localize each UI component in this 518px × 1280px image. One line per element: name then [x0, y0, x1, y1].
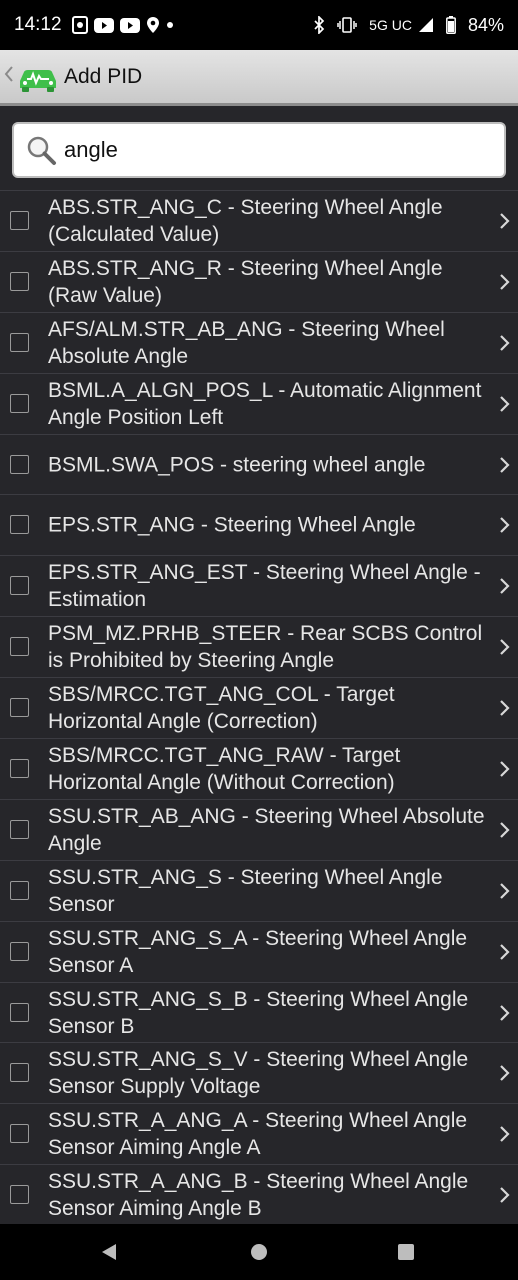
chevron-right-icon[interactable] [498, 1004, 512, 1022]
pid-checkbox[interactable] [10, 1063, 29, 1083]
pid-label: SBS/MRCC.TGT_ANG_COL - Target Horizontal… [48, 683, 395, 734]
navigation-bar [0, 1224, 518, 1280]
pid-label: ABS.STR_ANG_C - Steering Wheel Angle (Ca… [48, 195, 443, 246]
pid-list-item[interactable]: EPS.STR_ANG - Steering Wheel Angle [0, 494, 518, 555]
bluetooth-icon [313, 16, 325, 34]
pid-checkbox[interactable] [10, 758, 29, 778]
chevron-right-icon[interactable] [498, 577, 512, 595]
pid-checkbox[interactable] [10, 941, 29, 961]
youtube-icon-2 [119, 17, 140, 33]
pid-list-item[interactable]: ABS.STR_ANG_R - Steering Wheel Angle (Ra… [0, 250, 518, 312]
chevron-right-icon[interactable] [498, 1064, 512, 1082]
search-box[interactable] [12, 122, 506, 178]
home-nav-icon[interactable] [250, 1243, 268, 1265]
search-icon [24, 133, 58, 167]
pid-checkbox[interactable] [10, 271, 29, 291]
more-notifications-dot-icon [166, 21, 174, 29]
pid-checkbox[interactable] [10, 1185, 29, 1205]
chevron-right-icon[interactable] [498, 212, 512, 230]
pid-checkbox[interactable] [10, 210, 29, 230]
chevron-right-icon[interactable] [498, 882, 512, 900]
pid-checkbox[interactable] [10, 1124, 29, 1144]
notification-app-icon [71, 16, 88, 34]
pid-label: SSU.STR_A_ANG_A - Steering Wheel Angle S… [48, 1109, 468, 1160]
pid-checkbox[interactable] [10, 454, 29, 474]
pid-label: EPS.STR_ANG - Steering Wheel Angle [48, 513, 416, 537]
status-bar: 14:12 5G UC 84% [0, 0, 518, 50]
back-nav-icon[interactable] [100, 1243, 118, 1265]
chevron-right-icon[interactable] [498, 821, 512, 839]
pid-label: SSU.STR_AB_ANG - Steering Wheel Absolute… [48, 804, 485, 855]
search-section [0, 109, 518, 193]
pid-list-item[interactable]: SSU.STR_ANG_S_A - Steering Wheel Angle S… [0, 920, 518, 982]
chevron-right-icon[interactable] [498, 273, 512, 291]
pid-label: PSM_MZ.PRHB_STEER - Rear SCBS Control is… [48, 622, 483, 673]
chevron-right-icon[interactable] [498, 1186, 512, 1204]
pid-label: BSML.SWA_POS - steering wheel angle [48, 453, 426, 476]
pid-label: SSU.STR_A_ANG_B - Steering Wheel Angle S… [48, 1170, 469, 1221]
pid-list-item[interactable]: EPS.STR_ANG_EST - Steering Wheel Angle -… [0, 555, 518, 616]
chevron-right-icon[interactable] [498, 760, 512, 778]
app-bar: Add PID [0, 50, 518, 106]
pid-list-item[interactable]: SSU.STR_AB_ANG - Steering Wheel Absolute… [0, 798, 518, 860]
pid-label: SSU.STR_ANG_S_V - Steering Wheel Angle S… [48, 1048, 469, 1099]
chevron-right-icon[interactable] [498, 395, 512, 413]
pid-label: SSU.STR_ANG_S_B - Steering Wheel Angle S… [48, 987, 469, 1038]
network-type: 5G UC [369, 17, 412, 33]
chevron-right-icon[interactable] [498, 638, 512, 656]
chevron-right-icon[interactable] [498, 699, 512, 717]
pid-label: SSU.STR_ANG_S - Steering Wheel Angle Sen… [48, 865, 443, 916]
pid-list-item[interactable]: PSM_MZ.PRHB_STEER - Rear SCBS Control is… [0, 616, 518, 677]
pid-label: SBS/MRCC.TGT_ANG_RAW - Target Horizontal… [48, 743, 401, 794]
pid-checkbox[interactable] [10, 393, 29, 413]
back-chevron-icon[interactable] [4, 65, 16, 88]
pid-checkbox[interactable] [10, 332, 29, 352]
pid-checkbox[interactable] [10, 698, 29, 718]
pid-label: EPS.STR_ANG_EST - Steering Wheel Angle -… [48, 561, 481, 612]
pid-list-item[interactable]: SBS/MRCC.TGT_ANG_RAW - Target Horizontal… [0, 738, 518, 799]
chevron-right-icon[interactable] [498, 334, 512, 352]
pid-list-item[interactable]: SSU.STR_A_ANG_A - Steering Wheel Angle S… [0, 1103, 518, 1164]
recents-nav-icon[interactable] [398, 1244, 414, 1264]
pid-list-item[interactable]: SSU.STR_ANG_S_V - Steering Wheel Angle S… [0, 1042, 518, 1103]
pid-label: AFS/ALM.STR_AB_ANG - Steering Wheel Abso… [48, 317, 445, 368]
signal-icon [418, 17, 434, 33]
vibrate-icon [337, 17, 357, 33]
youtube-icon [93, 17, 114, 33]
pid-checkbox[interactable] [10, 1002, 29, 1022]
pid-list-item[interactable]: AFS/ALM.STR_AB_ANG - Steering Wheel Abso… [0, 311, 518, 373]
pid-checkbox[interactable] [10, 576, 29, 596]
pid-checkbox[interactable] [10, 880, 29, 900]
pid-checkbox[interactable] [10, 819, 29, 839]
pid-list-item[interactable]: SSU.STR_ANG_S - Steering Wheel Angle Sen… [0, 859, 518, 921]
pid-label: SSU.STR_ANG_S_A - Steering Wheel Angle S… [48, 926, 468, 977]
app-logo-car-icon[interactable] [16, 61, 60, 93]
battery-percent: 84% [467, 14, 504, 35]
pid-list: ABS.STR_ANG_C - Steering Wheel Angle (Ca… [0, 190, 518, 1224]
status-time: 14:12 [14, 14, 62, 35]
pid-checkbox[interactable] [10, 637, 29, 657]
pid-label: ABS.STR_ANG_R - Steering Wheel Angle (Ra… [48, 256, 443, 307]
pid-list-item[interactable]: SSU.STR_A_ANG_B - Steering Wheel Angle S… [0, 1164, 518, 1224]
search-input[interactable] [64, 137, 444, 163]
chevron-right-icon[interactable] [498, 1125, 512, 1143]
pid-list-item[interactable]: ABS.STR_ANG_C - Steering Wheel Angle (Ca… [0, 190, 518, 251]
pid-list-item[interactable]: SSU.STR_ANG_S_B - Steering Wheel Angle S… [0, 981, 518, 1043]
battery-icon [446, 16, 456, 34]
chevron-right-icon[interactable] [498, 943, 512, 961]
page-title: Add PID [64, 64, 143, 88]
chevron-right-icon[interactable] [498, 516, 512, 534]
pid-list-item[interactable]: BSML.A_ALGN_POS_L - Automatic Alignment … [0, 372, 518, 434]
pid-label: BSML.A_ALGN_POS_L - Automatic Alignment … [48, 378, 482, 429]
location-icon [146, 16, 160, 34]
pid-list-item[interactable]: SBS/MRCC.TGT_ANG_COL - Target Horizontal… [0, 677, 518, 738]
pid-list-item[interactable]: BSML.SWA_POS - steering wheel angle [0, 433, 518, 495]
chevron-right-icon[interactable] [498, 456, 512, 474]
pid-checkbox[interactable] [10, 515, 29, 535]
